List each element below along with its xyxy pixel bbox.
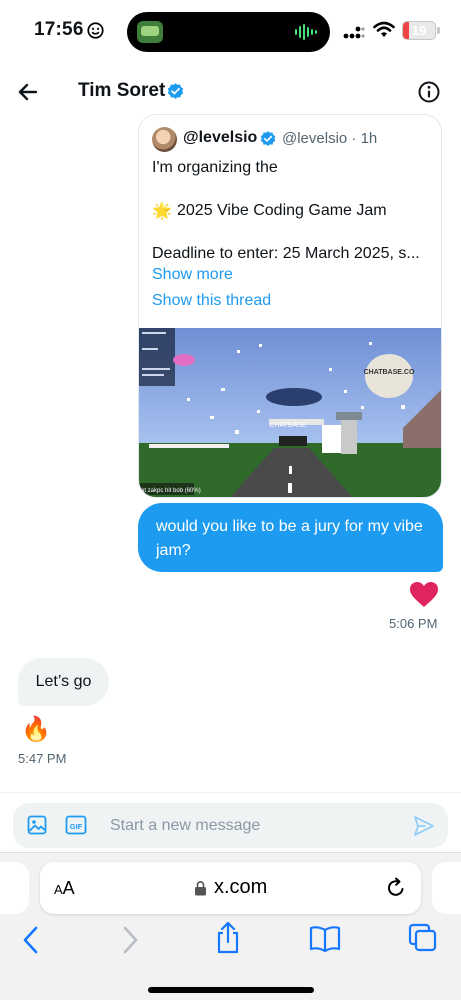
hud-caption: at zakpc hit bob (60%) [141, 488, 201, 494]
heart-reaction-icon[interactable] [410, 582, 438, 608]
url-text[interactable]: x.com [214, 876, 267, 899]
lock-icon [195, 881, 206, 896]
image-icon[interactable] [27, 815, 47, 835]
quote-text-line: I'm organizing the [152, 159, 278, 176]
reload-icon[interactable] [385, 877, 407, 899]
svg-text:GIF: GIF [70, 822, 83, 831]
incoming-message-bubble[interactable]: Let’s go [18, 658, 109, 706]
chevron-right-icon[interactable] [119, 925, 141, 955]
browser-toolbar: AA x.com [0, 852, 461, 1000]
contact-name[interactable]: Tim Soret [78, 80, 165, 102]
message-timestamp: 5:06 PM [389, 616, 438, 631]
show-more-link[interactable]: Show more [152, 266, 233, 284]
share-icon[interactable] [214, 921, 242, 955]
message-composer: GIF [13, 803, 448, 848]
dynamic-island [127, 12, 330, 52]
next-tab-preview[interactable] [432, 862, 461, 914]
billboard-text: CHATBASE [269, 422, 307, 429]
message-timestamp: 5:47 PM [18, 751, 67, 766]
game-screenshot-image[interactable]: CHATBASE CHATBASE.CO at zakpc hit bob (6… [139, 328, 442, 498]
message-input[interactable] [110, 803, 400, 848]
status-bar: 17:56 19 [0, 0, 461, 62]
audio-wave-icon [295, 24, 317, 40]
battery-indicator: 19 [402, 21, 436, 40]
star-emoji: 🌟 [152, 203, 172, 220]
smiley-icon [87, 22, 104, 39]
verified-badge-icon [260, 131, 276, 146]
previous-tab-preview[interactable] [0, 862, 29, 914]
quote-author-handle: @levelsio · 1h [282, 130, 378, 147]
quote-text-line: Deadline to enter: 25 March 2025, s... [152, 245, 420, 262]
chevron-left-icon[interactable] [20, 925, 42, 955]
quote-author-name: @levelsio [183, 129, 258, 146]
cellular-signal-icon [343, 26, 365, 39]
send-icon[interactable] [413, 815, 435, 837]
conversation-header: Tim Soret [0, 62, 461, 118]
verified-badge-icon [167, 83, 184, 99]
fire-reaction[interactable]: 🔥 [19, 713, 53, 747]
status-time: 17:56 [34, 19, 84, 40]
battery-level: 19 [411, 23, 427, 38]
tabs-icon[interactable] [408, 923, 438, 953]
wifi-icon [373, 21, 395, 37]
now-playing-artwork [137, 21, 163, 43]
home-indicator [148, 987, 314, 993]
quoted-tweet-card[interactable]: @levelsio @levelsio · 1h I'm organizing … [138, 114, 442, 498]
bookmarks-icon[interactable] [309, 925, 341, 953]
quote-text-line: 2025 Vibe Coding Game Jam [177, 202, 387, 219]
balloon-text: CHATBASE.CO [364, 369, 415, 376]
show-thread-link[interactable]: Show this thread [152, 292, 271, 310]
divider [0, 792, 461, 793]
avatar[interactable] [152, 127, 177, 152]
battery-cap [437, 27, 440, 34]
info-icon[interactable] [417, 80, 441, 104]
arrow-left-icon[interactable] [14, 78, 42, 106]
gif-icon[interactable]: GIF [65, 815, 87, 835]
outgoing-message-bubble[interactable]: would you like to be a jury for my vibe … [138, 503, 443, 572]
address-bar[interactable]: AA x.com [40, 862, 421, 914]
page-settings-button[interactable]: AA [54, 878, 75, 899]
